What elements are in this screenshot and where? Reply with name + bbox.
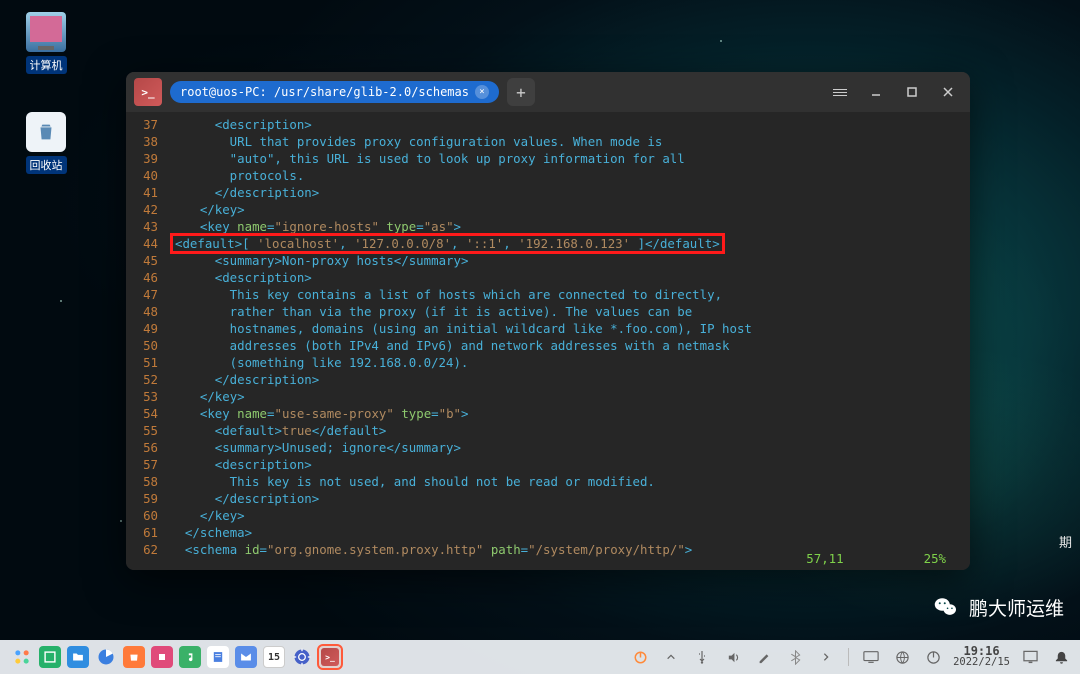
code-line: 40 protocols. <box>126 167 970 184</box>
tray-chevron-up-icon[interactable] <box>660 646 682 668</box>
tray-display-icon[interactable] <box>860 646 882 668</box>
code-line: 61 </schema> <box>126 524 970 541</box>
clock[interactable]: 19:16 2022/2/15 <box>953 646 1010 668</box>
tray-chevron-right-icon[interactable] <box>815 646 837 668</box>
tray-usb-icon[interactable] <box>691 646 713 668</box>
code-line: 38 URL that provides proxy configuration… <box>126 133 970 150</box>
desktop-icon-computer[interactable]: 计算机 <box>18 12 74 74</box>
code-line: 44<default>[ 'localhost', '127.0.0.0/8',… <box>126 235 970 252</box>
code-line: 47 This key contains a list of hosts whi… <box>126 286 970 303</box>
code-line: 45 <summary>Non-proxy hosts</summary> <box>126 252 970 269</box>
terminal-running-icon[interactable]: >_ <box>319 646 341 668</box>
edge-number: 期 <box>1059 532 1072 551</box>
code-line: 51 (something like 192.168.0.0/24). <box>126 354 970 371</box>
add-tab-button[interactable]: + <box>507 78 535 106</box>
code-line: 46 <description> <box>126 269 970 286</box>
code-line: 49 hostnames, domains (using an initial … <box>126 320 970 337</box>
code-line: 42 </key> <box>126 201 970 218</box>
code-line: 54 <key name="use-same-proxy" type="b"> <box>126 405 970 422</box>
terminal-body[interactable]: 37 <description>38 URL that provides pro… <box>126 112 970 570</box>
terminal-window: root@uos-PC: /usr/share/glib-2.0/schemas… <box>126 72 970 570</box>
code-line: 48 rather than via the proxy (if it is a… <box>126 303 970 320</box>
tray-bluetooth-icon[interactable] <box>784 646 806 668</box>
doc-icon[interactable] <box>207 646 229 668</box>
system-tray: 19:16 2022/2/15 <box>629 646 1072 668</box>
tray-desktop-icon[interactable] <box>1019 646 1041 668</box>
close-button[interactable] <box>934 78 962 106</box>
code-line: 55 <default>true</default> <box>126 422 970 439</box>
tray-network-icon[interactable] <box>891 646 913 668</box>
multitask-icon[interactable] <box>39 646 61 668</box>
computer-label: 计算机 <box>26 56 67 74</box>
store-icon[interactable] <box>123 646 145 668</box>
tab-title: root@uos-PC: /usr/share/glib-2.0/schemas <box>180 85 469 99</box>
tray-notification-icon[interactable] <box>1050 646 1072 668</box>
code-line: 57 <description> <box>126 456 970 473</box>
trash-label: 回收站 <box>26 156 67 174</box>
code-line: 50 addresses (both IPv4 and IPv6) and ne… <box>126 337 970 354</box>
code-line: 37 <description> <box>126 116 970 133</box>
code-line: 53 </key> <box>126 388 970 405</box>
files-icon[interactable] <box>67 646 89 668</box>
music-icon[interactable] <box>179 646 201 668</box>
control-center-icon[interactable] <box>291 646 313 668</box>
tray-power-icon[interactable] <box>629 646 651 668</box>
settings-icon[interactable] <box>151 646 173 668</box>
code-line: 52 </description> <box>126 371 970 388</box>
minimize-button[interactable] <box>862 78 890 106</box>
vim-status: 57,1125% <box>806 551 946 566</box>
launcher-icon[interactable] <box>11 646 33 668</box>
maximize-button[interactable] <box>898 78 926 106</box>
terminal-app-icon <box>134 78 162 106</box>
tray-edit-icon[interactable] <box>753 646 775 668</box>
menu-button[interactable] <box>826 78 854 106</box>
tray-volume-icon[interactable] <box>722 646 744 668</box>
terminal-tab[interactable]: root@uos-PC: /usr/share/glib-2.0/schemas… <box>170 81 499 103</box>
browser-icon[interactable] <box>95 646 117 668</box>
code-line: 41 </description> <box>126 184 970 201</box>
watermark: 鹏大师运维 <box>931 592 1064 622</box>
close-tab-icon[interactable]: × <box>475 85 489 99</box>
mail-icon[interactable] <box>235 646 257 668</box>
code-line: 58 This key is not used, and should not … <box>126 473 970 490</box>
code-line: 59 </description> <box>126 490 970 507</box>
code-line: 56 <summary>Unused; ignore</summary> <box>126 439 970 456</box>
desktop-icon-trash[interactable]: 回收站 <box>18 112 74 174</box>
calendar-icon[interactable]: 15 <box>263 646 285 668</box>
code-line: 60 </key> <box>126 507 970 524</box>
code-line: 39 "auto", this URL is used to look up p… <box>126 150 970 167</box>
taskbar[interactable]: 15 >_ 19:16 2022/2/15 <box>0 640 1080 674</box>
tray-shutdown-icon[interactable] <box>922 646 944 668</box>
wechat-icon <box>931 592 961 622</box>
titlebar[interactable]: root@uos-PC: /usr/share/glib-2.0/schemas… <box>126 72 970 112</box>
